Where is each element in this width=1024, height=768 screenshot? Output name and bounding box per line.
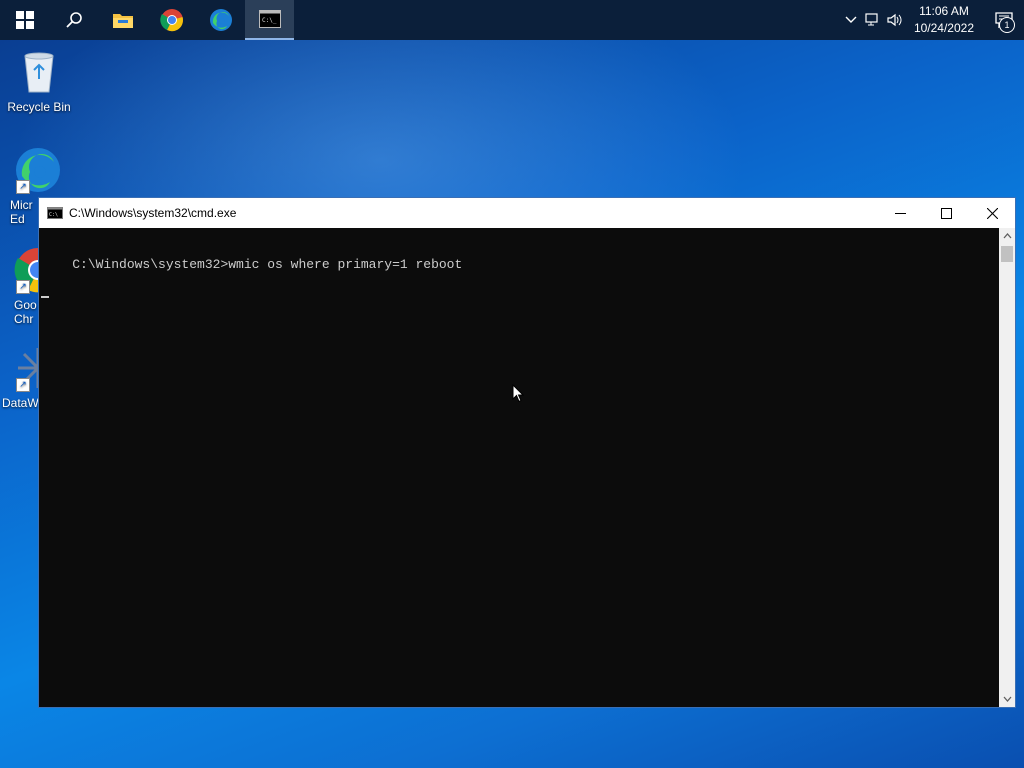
search-button[interactable] [49,0,98,40]
chevron-down-icon [1003,696,1011,702]
scroll-up-button[interactable] [999,228,1015,244]
notification-count-badge: 1 [999,17,1015,33]
maximize-icon [940,207,952,219]
cmd-taskbar-button[interactable]: C:\_ [245,0,294,40]
taskbar: C:\_ 11:06 AM 10/24/2022 1 [0,0,1024,40]
system-tray: 11:06 AM 10/24/2022 1 [840,0,1024,40]
close-icon [986,207,998,219]
window-controls [877,198,1015,228]
scroll-down-button[interactable] [999,691,1015,707]
shortcut-arrow-icon: ↗ [16,180,30,194]
maximize-button[interactable] [923,198,969,228]
desktop-icon-recycle-bin[interactable]: Recycle Bin [0,48,78,114]
text-cursor [41,296,49,298]
chrome-button[interactable] [147,0,196,40]
console-output[interactable]: C:\Windows\system32>wmic os where primar… [39,228,999,707]
recycle-bin-icon [24,52,54,93]
cmd-window[interactable]: C:\ C:\Windows\system32\cmd.exe C:\Windo… [38,197,1016,708]
edge-icon [209,9,232,31]
network-button[interactable] [862,0,884,40]
taskbar-clock[interactable]: 11:06 AM 10/24/2022 [906,3,984,37]
console-command-line: C:\Windows\system32>wmic os where primar… [72,257,463,272]
scrollbar-thumb[interactable] [1001,246,1013,262]
close-button[interactable] [969,198,1015,228]
windows-logo-icon [15,11,34,29]
action-center-button[interactable]: 1 [984,0,1024,40]
mouse-pointer-icon [512,384,524,403]
volume-icon [887,13,902,27]
cmd-icon: C:\ [47,207,63,219]
chrome-icon [159,9,183,32]
tray-chevron-button[interactable] [840,0,862,40]
chevron-up-icon [1003,233,1011,239]
clock-time: 11:06 AM [919,4,969,18]
shortcut-arrow-icon: ↗ [16,280,30,294]
clock-date: 10/24/2022 [913,21,974,35]
start-button[interactable] [0,0,49,40]
volume-button[interactable] [884,0,906,40]
svg-text:C:\_: C:\_ [262,17,277,24]
edge-button[interactable] [196,0,245,40]
vertical-scrollbar[interactable] [999,228,1015,707]
cmd-icon: C:\_ [258,10,281,28]
cmd-titlebar[interactable]: C:\ C:\Windows\system32\cmd.exe [39,198,1015,228]
minimize-icon [894,212,906,214]
folder-icon [112,14,133,28]
window-title: C:\Windows\system32\cmd.exe [69,206,237,220]
search-icon [65,12,82,28]
svg-text:C:\: C:\ [49,212,58,218]
shortcut-arrow-icon: ↗ [16,378,30,392]
network-icon [865,13,878,26]
minimize-button[interactable] [877,198,923,228]
chevron-up-icon [845,16,857,23]
desktop-icon-label: Recycle Bin [7,100,71,114]
file-explorer-button[interactable] [98,0,147,40]
